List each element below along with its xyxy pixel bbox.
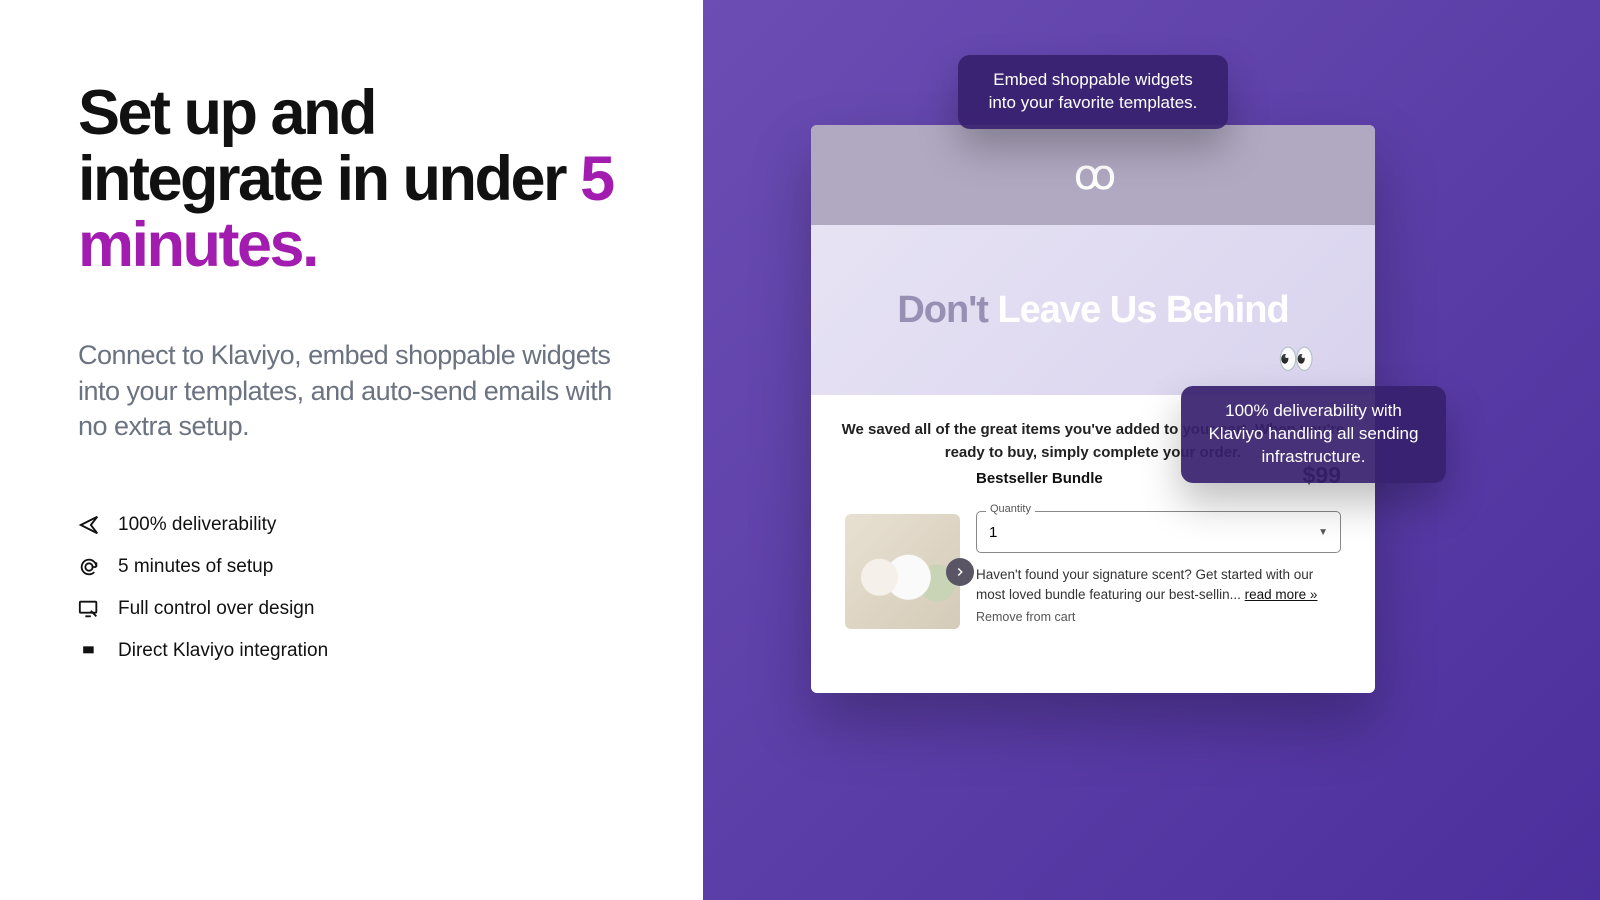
quantity-value: 1 bbox=[989, 524, 997, 541]
preview-panel: ꝏ Don't Leave Us Behind 👀 We saved all o… bbox=[703, 0, 1600, 900]
callout-embed-widgets: Embed shoppable widgets into your favori… bbox=[958, 55, 1228, 129]
send-icon bbox=[78, 514, 100, 536]
product-image[interactable] bbox=[845, 514, 960, 629]
chevron-down-icon: ▼ bbox=[1318, 527, 1328, 538]
feature-item-klaviyo-integration: Direct Klaviyo integration bbox=[78, 640, 633, 662]
quantity-select[interactable]: Quantity 1 ▼ bbox=[976, 511, 1341, 553]
feature-label: 100% deliverability bbox=[118, 514, 276, 536]
next-image-button[interactable] bbox=[946, 558, 974, 586]
email-hero: Don't Leave Us Behind 👀 bbox=[811, 225, 1375, 395]
remove-from-cart-link[interactable]: Remove from cart bbox=[976, 610, 1341, 624]
feature-label: Full control over design bbox=[118, 598, 314, 620]
quantity-label: Quantity bbox=[986, 503, 1035, 515]
callout-deliverability: 100% deliverability with Klaviyo handlin… bbox=[1181, 386, 1446, 483]
feature-item-deliverability: 100% deliverability bbox=[78, 514, 633, 536]
brand-logo-icon: ꝏ bbox=[1074, 150, 1113, 200]
page-headline: Set up and integrate in under 5 minutes. bbox=[78, 80, 633, 278]
hero-title-muted: Don't bbox=[897, 289, 997, 331]
headline-text: Set up and integrate in under bbox=[78, 78, 580, 214]
email-header: ꝏ bbox=[811, 125, 1375, 225]
product-description: Haven't found your signature scent? Get … bbox=[976, 565, 1341, 604]
flag-icon bbox=[78, 640, 100, 662]
product-name: Bestseller Bundle bbox=[976, 470, 1103, 487]
read-more-link[interactable]: read more » bbox=[1245, 587, 1318, 602]
feature-item-setup-time: 5 minutes of setup bbox=[78, 556, 633, 578]
hero-title-light: Leave Us Behind bbox=[997, 289, 1288, 331]
feature-label: Direct Klaviyo integration bbox=[118, 640, 328, 662]
refresh-gear-icon bbox=[78, 556, 100, 578]
feature-label: 5 minutes of setup bbox=[118, 556, 273, 578]
page-subcopy: Connect to Klaviyo, embed shoppable widg… bbox=[78, 338, 633, 443]
feature-list: 100% deliverability 5 minutes of setup F… bbox=[78, 514, 633, 662]
email-hero-title: Don't Leave Us Behind bbox=[897, 289, 1288, 332]
monitor-edit-icon bbox=[78, 598, 100, 620]
marketing-copy-panel: Set up and integrate in under 5 minutes.… bbox=[0, 0, 703, 900]
eyes-emoji-icon: 👀 bbox=[1278, 342, 1315, 377]
feature-item-design-control: Full control over design bbox=[78, 598, 633, 620]
product-row: Bestseller Bundle $99 Quantity 1 ▼ Haven… bbox=[841, 514, 1345, 629]
